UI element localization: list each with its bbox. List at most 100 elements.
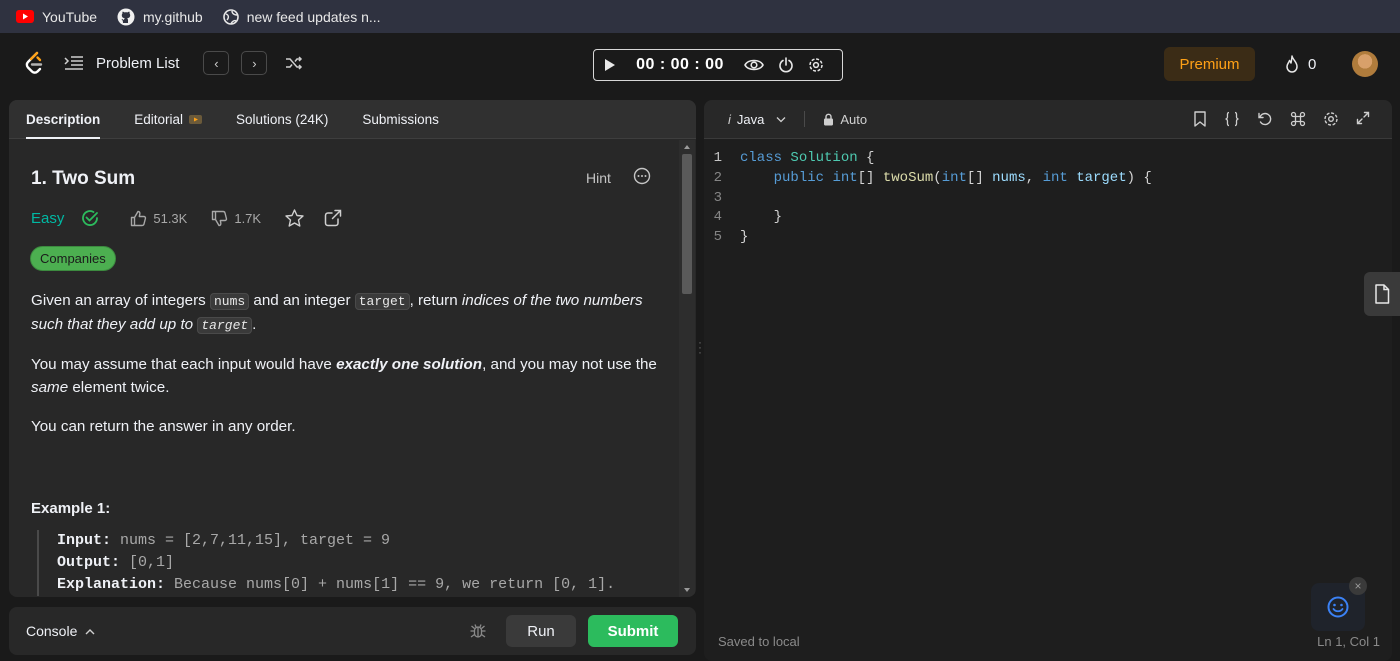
- chat-smile-icon: [1327, 596, 1349, 618]
- example-line: Explanation: Because nums[0] + nums[1] =…: [57, 574, 615, 596]
- play-icon[interactable]: [604, 58, 616, 72]
- problem-list-icon[interactable]: [64, 55, 84, 71]
- like-count: 51.3K: [153, 210, 188, 226]
- language-label: Java: [736, 111, 765, 127]
- code-line: 2 public int[] twoSum(int[] nums, int ta…: [704, 169, 1152, 189]
- close-feedback-button[interactable]: ×: [1349, 577, 1367, 595]
- github-icon: [117, 8, 135, 25]
- bookmark-label: my.github: [143, 8, 203, 25]
- example-value: Because nums[0] + nums[1] == 9, we retur…: [165, 576, 616, 593]
- run-button[interactable]: Run: [506, 615, 576, 647]
- more-options-icon[interactable]: [633, 167, 651, 185]
- editor-actions: [1193, 111, 1370, 127]
- bookmark-github[interactable]: my.github: [117, 8, 203, 26]
- bookmarks-bar: YouTube my.github new feed updates n...: [0, 0, 1400, 33]
- auto-mode-toggle[interactable]: Auto: [823, 112, 867, 127]
- prev-problem-button[interactable]: ‹: [203, 51, 230, 75]
- eye-icon[interactable]: [744, 58, 764, 72]
- like-button[interactable]: 51.3K: [130, 210, 187, 227]
- tab-solutions[interactable]: Solutions (24K): [236, 100, 328, 139]
- star-icon[interactable]: [285, 209, 304, 227]
- example-title: Example 1:: [31, 500, 111, 517]
- shuffle-icon[interactable]: [285, 55, 303, 71]
- difficulty-badge: Easy: [31, 209, 65, 227]
- description-paragraph: You may assume that each input would hav…: [31, 353, 661, 399]
- premium-button[interactable]: Premium: [1164, 47, 1255, 81]
- language-indicator-icon: i: [728, 111, 731, 127]
- line-number: 3: [713, 189, 722, 206]
- description-paragraph: You can return the answer in any order.: [31, 418, 296, 435]
- submit-button[interactable]: Submit: [588, 615, 678, 647]
- settings-icon[interactable]: [808, 57, 824, 73]
- fire-icon: [1286, 55, 1298, 73]
- format-code-icon[interactable]: [1224, 111, 1240, 127]
- example-block: Input: nums = [2,7,11,15], target = 9 Ou…: [37, 530, 615, 596]
- chevron-down-icon: [776, 116, 786, 122]
- tab-editorial[interactable]: Editorial: [134, 100, 203, 139]
- companies-tag[interactable]: Companies: [30, 246, 116, 271]
- description-scrollbar[interactable]: [679, 140, 695, 597]
- chevron-left-icon: ‹: [214, 55, 219, 71]
- video-icon: [189, 114, 203, 124]
- tab-label: Description: [26, 111, 101, 127]
- top-navbar: Problem List ‹ › 00 : 00 : 00 Premium 0: [0, 33, 1400, 93]
- power-icon[interactable]: [778, 57, 794, 73]
- editor-settings-icon[interactable]: [1323, 111, 1339, 127]
- code-line: 5}: [704, 228, 1152, 248]
- lock-icon: [824, 113, 834, 125]
- console-bar: Console Run Submit: [9, 607, 696, 655]
- bookmark-feed[interactable]: new feed updates n...: [222, 8, 381, 25]
- example-value: [0,1]: [120, 554, 175, 571]
- tab-submissions[interactable]: Submissions: [362, 100, 439, 139]
- emphasis-text: same: [31, 379, 69, 396]
- code-area[interactable]: 1 class Solution { 2 public int[] twoSum(…: [704, 149, 1152, 248]
- problem-list-link[interactable]: Problem List: [96, 55, 179, 72]
- hint-button[interactable]: Hint: [586, 170, 611, 186]
- inline-code: target: [354, 293, 410, 310]
- code-line: 4 }: [704, 208, 1152, 228]
- next-problem-button[interactable]: ›: [241, 51, 268, 75]
- dislike-button[interactable]: 1.7K: [211, 210, 261, 227]
- avatar[interactable]: [1352, 51, 1378, 77]
- bookmark-icon[interactable]: [1193, 111, 1207, 127]
- text: , and you may not use the: [482, 356, 657, 373]
- panel-resize-handle[interactable]: · · ·: [698, 336, 702, 358]
- description-paragraph: Given an array of integers nums and an i…: [31, 289, 661, 337]
- shortcuts-icon[interactable]: [1290, 111, 1306, 127]
- leetcode-logo-icon[interactable]: [24, 51, 46, 75]
- mode-label: Auto: [840, 111, 868, 127]
- tab-description[interactable]: Description: [26, 100, 101, 139]
- reset-icon[interactable]: [1257, 111, 1273, 127]
- timer-widget: 00 : 00 : 00: [593, 49, 843, 81]
- code-editor-panel: i Java Auto 1 class Solution { 2 public i…: [704, 100, 1392, 661]
- debug-icon[interactable]: [469, 622, 487, 640]
- example-line: Input: nums = [2,7,11,15], target = 9: [57, 530, 615, 552]
- scroll-down-icon[interactable]: [679, 585, 695, 595]
- share-icon[interactable]: [324, 209, 342, 227]
- console-toggle[interactable]: Console: [26, 623, 95, 639]
- code-line: 1 class Solution {: [704, 149, 1152, 169]
- document-icon: [1375, 284, 1390, 304]
- tab-label: Solutions (24K): [236, 111, 329, 127]
- streak-count: 0: [1308, 55, 1317, 73]
- solved-check-icon: [82, 210, 99, 226]
- scroll-up-icon[interactable]: [679, 142, 695, 152]
- editor-toolbar: i Java Auto: [704, 100, 1392, 139]
- bookmark-youtube[interactable]: YouTube: [16, 9, 97, 25]
- example-label: Input:: [57, 532, 112, 549]
- globe-icon: [222, 8, 239, 25]
- chevron-right-icon: ›: [252, 55, 257, 71]
- language-select[interactable]: i Java: [728, 112, 786, 127]
- problem-meta: Easy 51.3K 1.7K: [31, 208, 342, 228]
- fullscreen-icon[interactable]: [1356, 111, 1370, 125]
- notes-side-tab[interactable]: [1364, 272, 1400, 316]
- scroll-thumb[interactable]: [682, 154, 692, 294]
- youtube-icon: [16, 10, 34, 23]
- code-line: 3: [704, 189, 1152, 209]
- example-label: Output:: [57, 554, 121, 571]
- line-number: 2: [713, 169, 722, 186]
- streak-counter[interactable]: 0: [1284, 55, 1316, 73]
- console-label: Console: [26, 623, 78, 639]
- inline-code: nums: [209, 293, 250, 310]
- thumbs-down-icon: [212, 210, 228, 226]
